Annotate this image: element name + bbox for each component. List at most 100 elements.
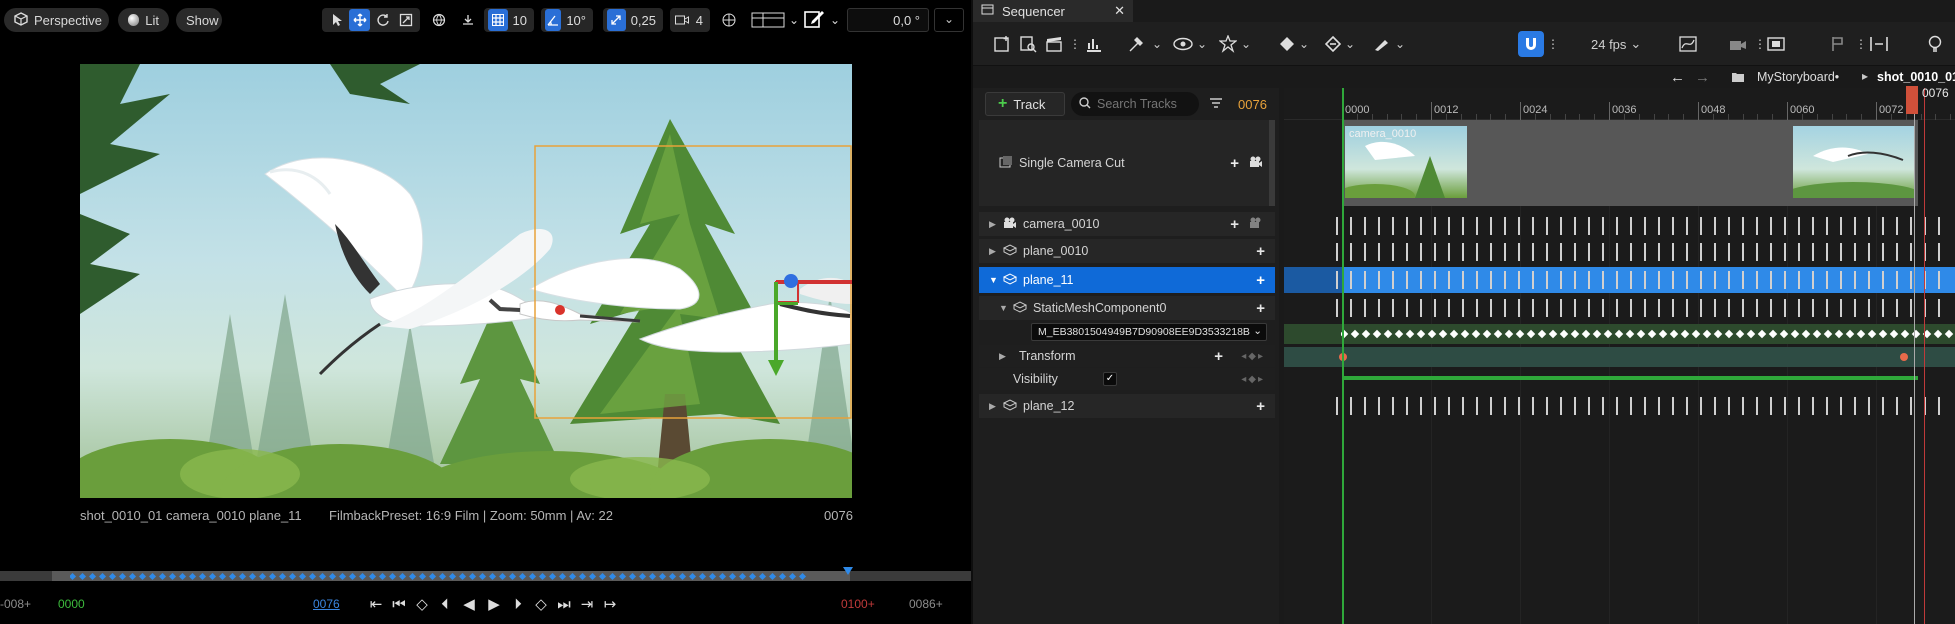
keyframe-diamond[interactable] — [538, 572, 547, 581]
key-tick[interactable] — [1490, 299, 1492, 317]
add-icon[interactable]: + — [1230, 216, 1239, 233]
key-tick[interactable] — [1518, 217, 1520, 235]
key-tick[interactable] — [1672, 243, 1674, 261]
keyframe-diamond[interactable] — [1691, 329, 1701, 339]
key-tick[interactable] — [1784, 299, 1786, 317]
key-tick[interactable] — [1364, 243, 1366, 261]
key-tick[interactable] — [1630, 299, 1632, 317]
key-tick[interactable] — [1910, 271, 1912, 289]
key-tick[interactable] — [1574, 243, 1576, 261]
key-tick[interactable] — [1756, 299, 1758, 317]
keyframe-diamond[interactable] — [78, 572, 87, 581]
keyframe-diamond[interactable] — [1383, 329, 1393, 339]
keyframe-diamond[interactable] — [268, 572, 277, 581]
keyframe-diamond[interactable] — [578, 572, 587, 581]
keyframe-diamond[interactable] — [1856, 329, 1866, 339]
keyframe-diamond[interactable] — [308, 572, 317, 581]
keyframe-diamond[interactable] — [1427, 329, 1437, 339]
fps-dropdown[interactable]: 24 fps ⌄ — [1591, 32, 1641, 56]
key-tick[interactable] — [1518, 271, 1520, 289]
key-tick[interactable] — [1798, 217, 1800, 235]
key-tick[interactable] — [1938, 271, 1940, 289]
keyframe-diamond[interactable] — [1658, 329, 1668, 339]
grid-snap-group[interactable]: 10 — [484, 8, 534, 32]
search-box[interactable] — [1071, 92, 1199, 116]
keyframe-diamond[interactable] — [1845, 329, 1855, 339]
key-tick[interactable] — [1938, 299, 1940, 317]
keyframe-diamond[interactable] — [698, 572, 707, 581]
key-tick[interactable] — [1350, 243, 1352, 261]
keyframe-diamond[interactable] — [1779, 329, 1789, 339]
play-icon[interactable]: ▶ — [483, 595, 505, 613]
key-tick[interactable] — [1602, 299, 1604, 317]
key-tick[interactable] — [1378, 217, 1380, 235]
keyframe-diamond[interactable] — [778, 572, 787, 581]
key-tick[interactable] — [1588, 243, 1590, 261]
key-nav-icon[interactable]: ◂◆▸ — [1241, 351, 1265, 362]
keyframe-diamond[interactable] — [798, 572, 807, 581]
key-tick[interactable] — [1882, 299, 1884, 317]
layout-grid-icon[interactable] — [717, 9, 741, 31]
key-tick[interactable] — [1406, 271, 1408, 289]
keyframe-diamond[interactable] — [288, 572, 297, 581]
keyframe-diamond[interactable] — [1768, 329, 1778, 339]
key-tick[interactable] — [1700, 299, 1702, 317]
key-tick[interactable] — [1658, 397, 1660, 415]
key-tick[interactable] — [1476, 243, 1478, 261]
key-tick[interactable] — [1686, 271, 1688, 289]
keyframe-diamond[interactable] — [1570, 329, 1580, 339]
key-tick[interactable] — [1882, 243, 1884, 261]
key-tick[interactable] — [1812, 243, 1814, 261]
keyframe-diamond[interactable] — [388, 572, 397, 581]
key-tick[interactable] — [1840, 397, 1842, 415]
key-tick[interactable] — [1938, 217, 1940, 235]
key-tick[interactable] — [1392, 243, 1394, 261]
key-tick[interactable] — [1868, 271, 1870, 289]
loop-icon[interactable]: ↦ — [600, 595, 620, 613]
key-tick[interactable] — [1714, 271, 1716, 289]
key-tick[interactable] — [1742, 271, 1744, 289]
lit-button[interactable]: Lit — [118, 8, 169, 32]
keyframe-diamond[interactable] — [498, 572, 507, 581]
key-tick[interactable] — [1658, 217, 1660, 235]
keyframe-diamond[interactable] — [1449, 329, 1459, 339]
keyframe-diamond[interactable] — [1504, 329, 1514, 339]
key-tick[interactable] — [1406, 397, 1408, 415]
sequencer-tab[interactable]: Sequencer ✕ — [973, 0, 1133, 22]
jump-to-start-icon[interactable]: ⇤ — [366, 595, 386, 613]
key-tick[interactable] — [1392, 271, 1394, 289]
playback-options-icon[interactable]: ⌄ — [1219, 32, 1251, 56]
shot-icon[interactable] — [1766, 32, 1786, 56]
key-tick[interactable] — [1602, 271, 1604, 289]
key-tick[interactable] — [1644, 243, 1646, 261]
playhead-line[interactable] — [1914, 88, 1915, 624]
key-tick[interactable] — [1602, 243, 1604, 261]
key-tick[interactable] — [1896, 217, 1898, 235]
key-tick[interactable] — [1728, 271, 1730, 289]
key-tick[interactable] — [1910, 299, 1912, 317]
key-tick[interactable] — [1854, 243, 1856, 261]
keyframe-diamond[interactable] — [1867, 329, 1877, 339]
key-tick[interactable] — [1686, 299, 1688, 317]
key-tick[interactable] — [1882, 217, 1884, 235]
key-tick[interactable] — [1518, 299, 1520, 317]
grid-snap-icon[interactable] — [488, 9, 508, 31]
key-tick[interactable] — [1588, 397, 1590, 415]
key-tick[interactable] — [1700, 397, 1702, 415]
key-tick[interactable] — [1364, 397, 1366, 415]
search-input[interactable] — [1097, 97, 1197, 111]
key-tick[interactable] — [1896, 397, 1898, 415]
keyframe-diamond[interactable] — [1724, 329, 1734, 339]
key-tick[interactable] — [1336, 299, 1338, 317]
key-tick[interactable] — [1826, 299, 1828, 317]
collapse-arrow-icon[interactable]: ▼ — [989, 275, 1003, 285]
key-tick[interactable] — [1868, 243, 1870, 261]
key-tick[interactable] — [1868, 299, 1870, 317]
keyframe-diamond[interactable] — [1823, 329, 1833, 339]
keyframe-diamond[interactable] — [678, 572, 687, 581]
rotation-snap-icon[interactable] — [545, 9, 562, 31]
key-tick[interactable] — [1644, 397, 1646, 415]
key-tick[interactable] — [1630, 243, 1632, 261]
tip-icon[interactable] — [1928, 32, 1942, 56]
end-frame[interactable]: 0100+ — [841, 597, 875, 611]
